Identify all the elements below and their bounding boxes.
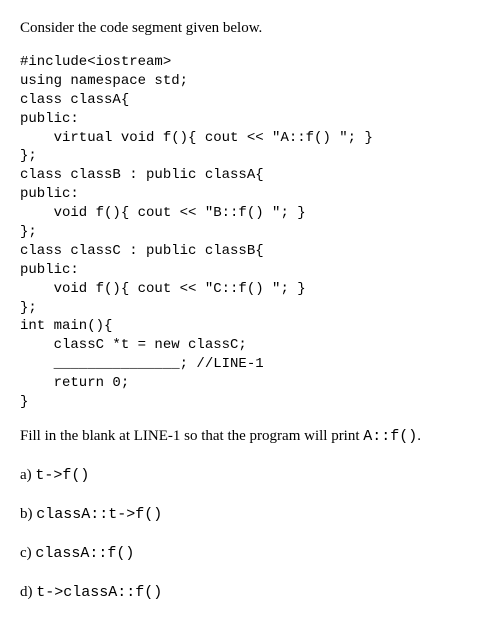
option-c: c) classA::f() [20,543,484,564]
option-code-b: classA::t->f() [36,506,162,523]
intro-text: Consider the code segment given below. [20,18,484,39]
option-label-b: b) [20,506,36,522]
code-segment: #include<iostream> using namespace std; … [20,53,484,412]
option-d: d) t->classA::f() [20,582,484,603]
question-suffix: . [417,428,421,444]
option-label-c: c) [20,545,35,561]
option-label-a: a) [20,467,35,483]
option-code-d: t->classA::f() [36,584,162,601]
option-code-a: t->f() [35,467,89,484]
option-code-c: classA::f() [35,545,134,562]
question-inline-code: A::f() [363,428,417,445]
option-a: a) t->f() [20,465,484,486]
option-b: b) classA::t->f() [20,504,484,525]
option-label-d: d) [20,584,36,600]
question-text: Fill in the blank at LINE-1 so that the … [20,426,484,447]
question-prefix: Fill in the blank at LINE-1 so that the … [20,428,363,444]
